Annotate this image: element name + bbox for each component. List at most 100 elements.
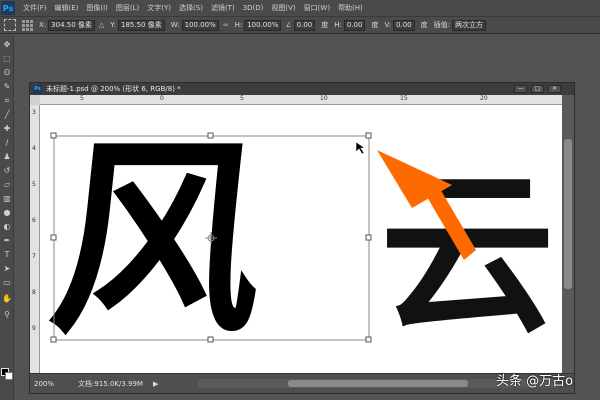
menu-window[interactable]: 窗口(W) [304,3,330,13]
menu-bar: Ps 文件(F) 编辑(E) 图像(I) 图层(L) 文字(Y) 选择(S) 滤… [0,0,600,17]
document-size-info: 文档:915.0K/3.99M [78,379,143,388]
transform-handle-top-right [365,132,372,139]
pen-tool-icon[interactable]: ✒ [2,237,12,245]
crop-tool-icon[interactable]: ⌗ [2,97,12,105]
quick-select-tool-icon[interactable]: ✎ [2,83,12,91]
minimize-button[interactable]: — [514,85,527,93]
interpolation-label: 插值: [433,21,450,29]
gradient-tool-icon[interactable]: ▥ [2,195,12,203]
y-position-field[interactable]: 185.50 像素 [117,19,165,31]
transform-handle-top-left [50,132,57,139]
photoshop-file-icon: Ps [33,84,42,94]
ruler-tick: 9 [32,325,36,332]
dodge-tool-icon[interactable]: ◐ [2,223,12,231]
eraser-tool-icon[interactable]: ▱ [2,181,12,189]
horizontal-skew-field[interactable]: 0.00 [343,19,366,31]
watermark: 头条 @万古o [496,374,574,389]
h-label: H: [234,21,243,29]
angle-icon: ∠ [285,21,292,29]
hskew-unit-label: 度 [371,21,379,29]
x-position-field[interactable]: 304.50 像素 [48,19,95,31]
menu-file[interactable]: 文件(F) [23,3,47,13]
status-bar: 200% 文档:915.0K/3.99M ▶ [30,373,574,393]
ruler-tick: 5 [240,95,244,102]
background-color-swatch[interactable] [5,372,13,380]
menu-3d[interactable]: 3D(D) [243,4,264,12]
menu-layer[interactable]: 图层(L) [116,3,139,13]
calligraphy-character-feng: 风 [41,116,277,363]
ruler-origin[interactable] [30,95,40,105]
ruler-tick: 5 [80,95,84,102]
document-window: Ps 未标题-1.psd @ 200% (形状 6, RGB/8) * — □ … [29,82,575,394]
menu-help[interactable]: 帮助(H) [338,3,363,13]
transform-handle-top [207,132,214,139]
ruler-tick: 6 [32,217,36,224]
ruler-tick: 4 [32,145,36,152]
brush-tool-icon[interactable]: ∕ [2,139,12,147]
ruler-tick: 15 [400,95,408,102]
zoom-level[interactable]: 200% [34,380,54,388]
vertical-scrollbar[interactable] [562,95,574,373]
tools-panel: ✥ ⬚ ʘ ✎ ⌗ ╱ ✚ ∕ ♟ ↺ ▱ ▥ ● ◐ ✒ T ➤ ▭ ✋ ⚲ [0,35,14,400]
ruler-tick: 20 [480,95,488,102]
canvas-artwork: 风 云 [41,116,555,363]
maximize-button[interactable]: □ [531,85,544,93]
type-tool-icon[interactable]: T [2,251,12,259]
marquee-tool-icon[interactable]: ⬚ [2,55,12,63]
horizontal-scroll-thumb[interactable] [288,380,468,387]
menu-image[interactable]: 图像(I) [86,3,108,13]
path-select-tool-icon[interactable]: ➤ [2,265,12,273]
menu-view[interactable]: 视图(V) [271,3,295,13]
eyedropper-tool-icon[interactable]: ╱ [2,111,12,119]
horizontal-ruler[interactable]: 5 0 5 10 15 20 [40,95,562,105]
ruler-tick: 10 [320,95,328,102]
hand-tool-icon[interactable]: ✋ [2,295,12,303]
document-canvas[interactable]: 风 云 [40,105,562,373]
transform-handle-bottom-left [50,336,57,343]
rotation-angle-field[interactable]: 0.00 [293,19,316,31]
height-scale-field[interactable]: 100.00% [244,19,282,31]
reference-point-icon[interactable] [22,19,33,31]
menu-type[interactable]: 文字(Y) [147,3,171,13]
transform-handle-bottom-right [365,336,372,343]
width-scale-field[interactable]: 100.00% [181,19,219,31]
ruler-tick: 3 [32,109,36,116]
delta-icon[interactable]: △ [99,21,104,29]
transform-handle-left [50,234,57,241]
stamp-tool-icon[interactable]: ♟ [2,153,12,161]
ruler-tick: 0 [160,95,164,102]
vertical-skew-field[interactable]: 0.00 [393,19,415,31]
x-label: X: [39,21,47,29]
vertical-scroll-thumb[interactable] [564,139,572,289]
transform-handle-bottom [207,336,214,343]
history-brush-tool-icon[interactable]: ↺ [2,167,12,175]
angle-unit-label: 度 [321,21,329,29]
interpolation-select[interactable]: 两次立方 [451,19,486,31]
menu-select[interactable]: 选择(S) [179,3,203,13]
status-menu-arrow-icon[interactable]: ▶ [153,380,158,388]
shape-tool-icon[interactable]: ▭ [2,279,12,287]
link-icon[interactable]: ∞ [223,21,229,29]
document-title: 未标题-1.psd @ 200% (形状 6, RGB/8) * [46,85,181,93]
transform-tool-icon[interactable] [4,19,16,31]
close-button[interactable]: ✕ [548,85,561,93]
healing-tool-icon[interactable]: ✚ [2,125,12,133]
lasso-tool-icon[interactable]: ʘ [2,69,12,77]
hskew-label: H: [334,21,342,29]
options-bar: X: 304.50 像素 △ Y: 185.50 像素 W: 100.00% ∞… [0,17,600,34]
photoshop-logo-icon: Ps [1,1,15,15]
mouse-cursor-icon [355,141,366,155]
menu-edit[interactable]: 编辑(E) [55,3,79,13]
w-label: W: [170,21,180,29]
document-titlebar[interactable]: Ps 未标题-1.psd @ 200% (形状 6, RGB/8) * — □ … [30,83,574,95]
ruler-tick: 5 [32,181,36,188]
ruler-tick: 8 [32,289,36,296]
move-tool-icon[interactable]: ✥ [2,41,12,49]
menu-filter[interactable]: 滤镜(T) [211,3,235,13]
vskew-unit-label: 度 [420,21,428,29]
transform-handle-right [365,234,372,241]
vertical-ruler[interactable]: 3 4 5 6 7 8 9 [30,105,40,373]
zoom-tool-icon[interactable]: ⚲ [2,311,12,319]
blur-tool-icon[interactable]: ● [2,209,12,217]
vskew-label: V: [384,21,392,29]
